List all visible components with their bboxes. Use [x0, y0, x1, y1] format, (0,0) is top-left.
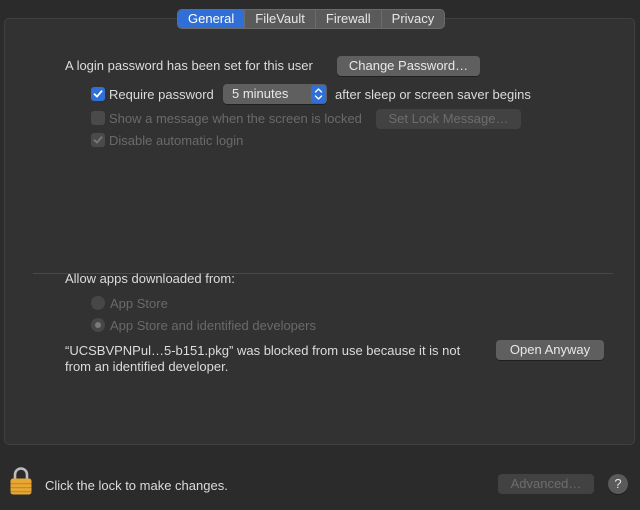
lock-hint-text: Click the lock to make changes.	[45, 478, 228, 493]
require-password-delay-select[interactable]: 5 minutes	[223, 84, 327, 104]
open-anyway-button[interactable]: Open Anyway	[496, 340, 604, 360]
login-password-text: A login password has been set for this u…	[65, 58, 313, 73]
require-password-checkbox[interactable]	[91, 87, 105, 101]
checkmark-icon	[93, 136, 103, 144]
change-password-button[interactable]: Change Password…	[337, 56, 480, 76]
tab-firewall[interactable]: Firewall	[316, 10, 382, 28]
checkmark-icon	[93, 90, 103, 98]
tab-filevault[interactable]: FileVault	[245, 10, 316, 28]
help-button[interactable]: ?	[608, 474, 628, 494]
radio-app-store-label: App Store	[110, 296, 168, 311]
disable-auto-login-checkbox[interactable]	[91, 133, 105, 147]
radio-selected-dot	[95, 322, 101, 328]
require-password-suffix: after sleep or screen saver begins	[335, 87, 531, 102]
show-message-label: Show a message when the screen is locked	[109, 111, 362, 126]
tab-general[interactable]: General	[178, 10, 246, 28]
lock-icon[interactable]	[9, 466, 33, 496]
radio-app-store[interactable]	[91, 296, 105, 310]
set-lock-message-button[interactable]: Set Lock Message…	[376, 109, 521, 129]
radio-app-store-identified[interactable]	[91, 318, 105, 332]
blocked-message-line1: “UCSBVPNPul…5-b151.pkg” was blocked from…	[65, 343, 461, 358]
advanced-button[interactable]: Advanced…	[498, 474, 594, 494]
show-message-checkbox[interactable]	[91, 111, 105, 125]
blocked-message-line2: from an identified developer.	[65, 359, 229, 374]
general-panel	[4, 18, 635, 445]
tab-privacy[interactable]: Privacy	[382, 10, 445, 28]
tab-bar: General FileVault Firewall Privacy	[177, 9, 446, 29]
radio-app-store-identified-label: App Store and identified developers	[110, 318, 316, 333]
chevron-updown-icon	[311, 85, 326, 103]
security-privacy-window: General FileVault Firewall Privacy A log…	[0, 0, 640, 510]
allow-apps-heading: Allow apps downloaded from:	[65, 271, 235, 286]
require-password-label: Require password	[109, 87, 214, 102]
disable-auto-login-label: Disable automatic login	[109, 133, 244, 148]
select-value: 5 minutes	[232, 86, 289, 101]
